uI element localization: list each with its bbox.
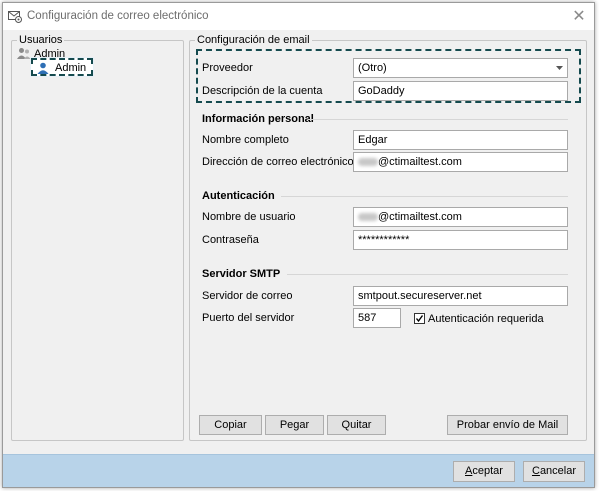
username-input[interactable]: @ctimailtest.com <box>353 207 568 227</box>
username-label: Nombre de usuario <box>202 211 296 223</box>
email-domain: @ctimailtest.com <box>378 156 462 168</box>
email-label: Dirección de correo electrónico <box>202 156 354 168</box>
mail-server-label: Servidor de correo <box>202 290 293 302</box>
cancel-hotkey: C <box>531 465 540 477</box>
cancel-label: ancelar <box>539 465 577 477</box>
redacted-text <box>358 158 378 167</box>
tree-item-admin-label: Admin <box>55 62 87 74</box>
user-icon <box>37 62 49 74</box>
title-bar: Configuración de correo electrónico ✕ <box>3 3 594 30</box>
users-group-label: Usuarios <box>19 34 63 46</box>
paste-button[interactable]: Pegar <box>265 415 324 435</box>
auth-heading: Autenticación <box>202 190 275 202</box>
smtp-divider <box>287 274 568 275</box>
redacted-text <box>358 213 378 222</box>
auth-required-checkbox[interactable] <box>414 313 425 324</box>
remove-button[interactable]: Quitar <box>327 415 386 435</box>
accept-button[interactable]: Aceptar <box>453 461 515 482</box>
window-title: Configuración de correo electrónico <box>27 10 209 22</box>
accept-label: ceptar <box>472 465 503 477</box>
mail-server-input[interactable]: smtpout.secureserver.net <box>353 286 568 306</box>
users-group-icon <box>17 48 31 59</box>
personal-heading: Información personal <box>202 113 314 125</box>
close-icon[interactable]: ✕ <box>569 7 589 27</box>
password-input[interactable]: ************ <box>353 230 568 250</box>
test-mail-button[interactable]: Probar envío de Mail <box>447 415 568 435</box>
server-port-label: Puerto del servidor <box>202 312 295 324</box>
users-group: Usuarios <box>11 35 184 441</box>
account-desc-label: Descripción de la cuenta <box>202 85 323 97</box>
password-label: Contraseña <box>202 234 259 246</box>
username-domain: @ctimailtest.com <box>378 211 462 223</box>
email-config-dialog: Configuración de correo electrónico ✕ Us… <box>2 2 595 488</box>
personal-divider <box>308 119 568 120</box>
copy-button[interactable]: Copiar <box>199 415 262 435</box>
provider-value: (Otro) <box>358 62 387 74</box>
full-name-input[interactable]: Edgar <box>353 130 568 150</box>
provider-label: Proveedor <box>202 62 253 74</box>
tree-item-admin[interactable]: Admin <box>30 57 94 77</box>
server-port-input[interactable]: 587 <box>353 308 401 328</box>
dialog-footer: Aceptar Cancelar <box>3 454 594 487</box>
auth-required-label[interactable]: Autenticación requerida <box>428 313 544 325</box>
email-input[interactable]: @ctimailtest.com <box>353 152 568 172</box>
account-desc-input[interactable]: GoDaddy <box>353 81 568 101</box>
cancel-button[interactable]: Cancelar <box>523 461 585 482</box>
full-name-label: Nombre completo <box>202 134 289 146</box>
email-config-group-label: Configuración de email <box>197 34 310 46</box>
mail-settings-icon <box>8 11 22 23</box>
chevron-down-icon <box>556 66 563 70</box>
checkmark-icon <box>415 315 424 323</box>
auth-divider <box>281 196 568 197</box>
provider-dropdown[interactable]: (Otro) <box>353 58 568 78</box>
smtp-heading: Servidor SMTP <box>202 268 281 280</box>
